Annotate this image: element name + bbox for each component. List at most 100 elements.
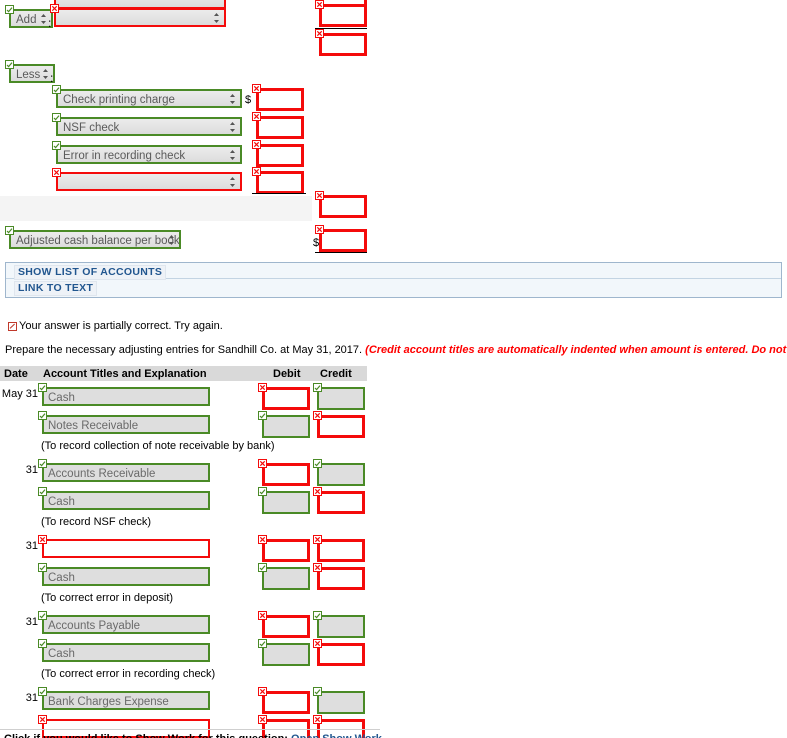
less-item-3-select[interactable]: Error in recording check	[56, 145, 242, 164]
journal-credit-input[interactable]	[317, 691, 365, 714]
journal-debit-input[interactable]	[262, 691, 310, 714]
less-amount-2-input[interactable]	[256, 116, 304, 139]
incorrect-marker-icon	[252, 167, 261, 176]
less-item-2-select[interactable]: NSF check	[56, 117, 242, 136]
incorrect-marker-icon	[38, 715, 47, 724]
journal-date-cell: 31	[25, 540, 38, 552]
correct-marker-icon	[52, 113, 61, 122]
prompt-hint: (Credit account titles are automatically…	[365, 344, 787, 356]
less-item-4-select[interactable]	[56, 172, 242, 191]
journal-account-input[interactable]: Notes Receivable	[42, 415, 210, 434]
correct-marker-icon	[5, 226, 14, 235]
journal-account-input[interactable]	[42, 539, 210, 558]
journal-credit-input[interactable]	[317, 643, 365, 666]
journal-credit-input[interactable]	[317, 463, 365, 486]
journal-credit-input[interactable]	[317, 387, 365, 410]
less-label-select[interactable]: Less	[9, 64, 55, 83]
less-item-1-select[interactable]: Check printing charge	[56, 89, 242, 108]
incorrect-marker-icon	[258, 715, 267, 724]
add-amount-1-input[interactable]	[319, 4, 367, 27]
incorrect-marker-icon	[313, 563, 322, 572]
journal-account-input[interactable]: Cash	[42, 491, 210, 510]
open-show-work-link[interactable]: Open Show Work	[291, 733, 382, 738]
journal-account-input[interactable]: Accounts Payable	[42, 615, 210, 634]
journal-account-input[interactable]: Bank Charges Expense	[42, 691, 210, 710]
link-to-text-row: LINK TO TEXT	[6, 279, 781, 296]
incorrect-marker-icon	[315, 225, 324, 234]
spinner-icon	[40, 13, 47, 25]
incorrect-marker-icon	[258, 535, 267, 544]
correct-marker-icon	[38, 411, 47, 420]
add-label-text: Add	[16, 14, 37, 26]
correct-marker-icon	[313, 687, 322, 696]
journal-memo: (To correct error in recording check)	[41, 668, 216, 680]
incorrect-marker-icon	[258, 611, 267, 620]
journal-credit-input[interactable]	[317, 567, 365, 590]
correct-marker-icon	[38, 611, 47, 620]
journal-debit-input[interactable]	[262, 415, 310, 438]
incorrect-marker-icon	[258, 459, 267, 468]
journal-debit-input[interactable]	[262, 387, 310, 410]
spinner-icon	[213, 12, 220, 24]
spinner-icon	[229, 176, 236, 188]
correct-marker-icon	[38, 639, 47, 648]
journal-account-input[interactable]: Cash	[42, 567, 210, 586]
less-dollar-sign: $	[245, 94, 252, 106]
less-amount-4-input[interactable]	[256, 171, 304, 194]
incorrect-marker-icon	[252, 112, 261, 121]
partially-correct-icon	[8, 322, 17, 331]
journal-table-header: Date Account Titles and Explanation Debi…	[0, 366, 367, 381]
adjusted-balance-value: Adjusted cash balance per books	[16, 235, 181, 247]
less-amount-3-input[interactable]	[256, 144, 304, 167]
incorrect-marker-icon	[50, 4, 59, 13]
journal-debit-input[interactable]	[262, 491, 310, 514]
show-list-of-accounts-button[interactable]: SHOW LIST OF ACCOUNTS	[14, 265, 167, 280]
incorrect-marker-icon	[252, 84, 261, 93]
show-work-text: Click if you would like to Show Work for…	[4, 733, 288, 738]
incorrect-marker-icon	[313, 639, 322, 648]
correct-marker-icon	[38, 487, 47, 496]
incorrect-marker-icon	[313, 715, 322, 724]
less-total-underline	[252, 193, 306, 194]
journal-account-input[interactable]: Cash	[42, 643, 210, 662]
incorrect-marker-icon	[252, 140, 261, 149]
journal-debit-input[interactable]	[262, 643, 310, 666]
journal-debit-input[interactable]	[262, 463, 310, 486]
journal-account-input[interactable]: Cash	[42, 387, 210, 406]
header-credit: Credit	[320, 368, 352, 380]
add-amount-2-input[interactable]	[319, 33, 367, 56]
correct-marker-icon	[38, 383, 47, 392]
add-colon: :	[48, 16, 52, 30]
journal-credit-input[interactable]	[317, 539, 365, 562]
journal-memo: (To record NSF check)	[41, 516, 152, 528]
add-item-select[interactable]	[54, 8, 226, 27]
journal-credit-input[interactable]	[317, 615, 365, 638]
adjusted-balance-select[interactable]: Adjusted cash balance per books	[9, 230, 181, 249]
spinner-icon	[229, 121, 236, 133]
incorrect-marker-icon	[258, 383, 267, 392]
journal-credit-input[interactable]	[317, 491, 365, 514]
journal-credit-input[interactable]	[317, 415, 365, 438]
less-amount-1-input[interactable]	[256, 88, 304, 111]
add-label-select[interactable]: Add	[9, 9, 53, 28]
link-to-text-button[interactable]: LINK TO TEXT	[14, 281, 98, 296]
header-account: Account Titles and Explanation	[43, 368, 207, 380]
correct-marker-icon	[258, 411, 267, 420]
less-label-text: Less	[16, 69, 41, 81]
feedback-text: Your answer is partially correct. Try ag…	[19, 320, 223, 332]
journal-debit-input[interactable]	[262, 615, 310, 638]
journal-debit-input[interactable]	[262, 539, 310, 562]
adjusted-amount-input[interactable]	[319, 229, 367, 252]
journal-memo: (To correct error in deposit)	[41, 592, 174, 604]
less-item-2-value: NSF check	[63, 122, 120, 134]
less-item-1-value: Check printing charge	[63, 94, 175, 106]
spinner-icon	[229, 149, 236, 161]
spinner-icon	[42, 68, 49, 80]
subtotal-amount-input[interactable]	[319, 195, 367, 218]
journal-account-input[interactable]: Accounts Receivable	[42, 463, 210, 482]
correct-marker-icon	[258, 487, 267, 496]
adjusted-amount-underline	[315, 252, 367, 253]
incorrect-marker-icon	[315, 191, 324, 200]
journal-debit-input[interactable]	[262, 567, 310, 590]
correct-marker-icon	[313, 611, 322, 620]
